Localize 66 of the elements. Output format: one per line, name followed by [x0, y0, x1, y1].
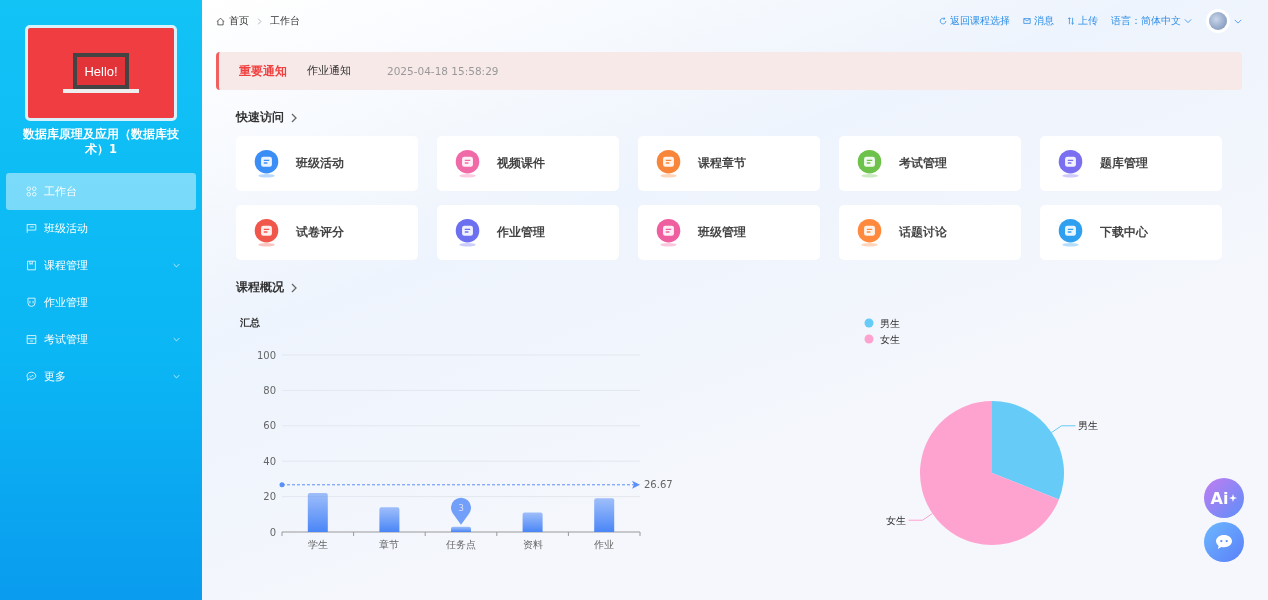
refresh-icon [939, 17, 947, 25]
course-title: 数据库原理及应用（数据库技术）1 [22, 127, 180, 157]
chat-bubble-icon [26, 371, 37, 382]
axis-tick-label: 40 [263, 455, 276, 467]
quick-access-tile[interactable]: 班级管理 [638, 205, 820, 260]
chevron-right-icon[interactable] [291, 282, 297, 293]
axis-tick-label: 60 [263, 420, 276, 432]
legend-dot [864, 334, 874, 344]
map-pin-marker: 3 [451, 497, 471, 525]
quick-access-tile[interactable]: 下载中心 [1040, 205, 1222, 260]
axis-category-label: 作业 [594, 539, 615, 550]
axis-category-label: 章节 [379, 539, 400, 550]
chat-button[interactable] [1204, 522, 1244, 562]
leader-line [1051, 425, 1076, 434]
avatar[interactable] [1209, 12, 1227, 30]
legend-label[interactable]: 男生 [880, 317, 900, 329]
chevron-right-icon [257, 17, 262, 25]
chevron-down-icon [1234, 18, 1242, 24]
bar [594, 498, 615, 532]
quick-access-tile[interactable]: 试卷评分 [236, 205, 418, 260]
home-icon [216, 16, 225, 26]
section-title: 快速访问 [236, 109, 284, 126]
axis-tick-label: 20 [263, 491, 276, 503]
quick-access-tile[interactable]: 班级活动 [236, 136, 418, 191]
axis-category-label: 学生 [307, 539, 328, 550]
annotation: 3 [458, 502, 464, 513]
slice-label: 男生 [1078, 420, 1099, 432]
grid-icon [26, 186, 37, 197]
reference-value-label: 26.67 [644, 479, 673, 491]
bar [451, 526, 471, 532]
axis-tick-label: 0 [269, 526, 276, 538]
quick-access-tile[interactable]: 课程章节 [638, 136, 820, 191]
chat-bubble-icon [1215, 534, 1233, 550]
notice-time: 2025-04-18 15:58:29 [387, 65, 499, 77]
legend-label[interactable]: 女生 [880, 333, 900, 345]
legend-dot [864, 318, 874, 328]
breadcrumb-link[interactable]: 首页 [229, 14, 249, 28]
quick-access-tile[interactable]: 题库管理 [1040, 136, 1222, 191]
sparkle-icon [1229, 494, 1238, 502]
book-icon [26, 260, 37, 271]
shield-icon [26, 297, 37, 308]
slice-label: 女生 [885, 514, 906, 526]
arrowhead-icon [632, 480, 640, 489]
chevron-down-icon [1184, 17, 1192, 25]
quick-access-tile[interactable]: 考试管理 [839, 136, 1021, 191]
notice-title[interactable]: 作业通知 [307, 64, 351, 78]
mail-icon [1023, 17, 1031, 25]
notice-tag: 重要通知 [239, 62, 287, 80]
quick-access-tile[interactable]: 视频课件 [437, 136, 619, 191]
bar [307, 493, 328, 532]
cover-text: Hello! [84, 63, 118, 79]
axis-category-label: 资料 [522, 539, 543, 550]
axis-category-label: 任务点 [446, 539, 476, 550]
bar [522, 512, 543, 532]
chevron-right-icon[interactable] [291, 112, 297, 123]
section-title: 课程概况 [236, 279, 284, 296]
leader-line [908, 512, 933, 521]
chart-title: 汇总 [240, 317, 260, 328]
quick-access-tile[interactable]: 话题讨论 [839, 205, 1021, 260]
flag-icon [26, 223, 37, 234]
calendar-icon [26, 334, 37, 345]
breadcrumb-link[interactable]: 工作台 [270, 14, 300, 28]
quick-access-tile[interactable]: 作业管理 [437, 205, 619, 260]
axis-tick-label: 100 [256, 349, 276, 361]
axis-tick-label: 80 [263, 384, 276, 396]
bar [379, 507, 400, 532]
